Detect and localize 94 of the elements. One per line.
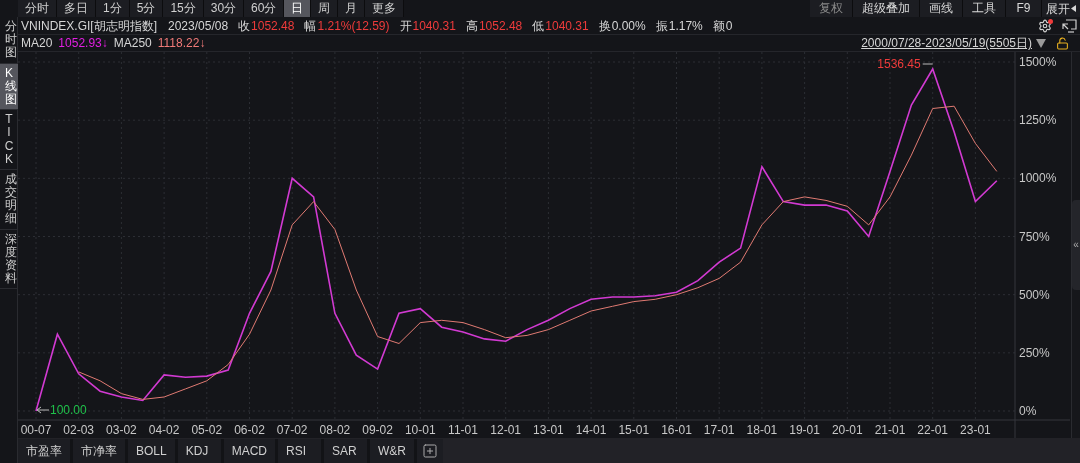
- lock-icon[interactable]: [1056, 36, 1069, 50]
- period-tab[interactable]: 15分: [163, 0, 204, 17]
- axis-label: 19-01: [789, 423, 820, 437]
- period-tab[interactable]: 1分: [96, 0, 130, 17]
- axis-label: 500%: [1019, 287, 1050, 302]
- ma-label: MA20: [21, 35, 53, 52]
- caret-icon: [1071, 5, 1076, 12]
- period-tab[interactable]: 分时: [18, 0, 57, 17]
- quote-label: 收: [238, 17, 251, 35]
- axis-label: 20-01: [831, 423, 863, 437]
- high-label: 1536.45: [877, 57, 921, 71]
- quote-label: 振: [655, 17, 668, 35]
- axis-label: 12-01: [490, 423, 522, 437]
- axis-label: 13-01: [533, 423, 564, 437]
- axis-label: 10-01: [404, 423, 436, 437]
- toolbar-button[interactable]: 工具: [963, 0, 1006, 17]
- ma-value: 1052.93↓: [58, 35, 108, 52]
- axis-label: 07-02: [276, 423, 308, 437]
- quote-value: 1040.31: [545, 17, 589, 35]
- axis-label: 17-01: [703, 423, 735, 437]
- axis-label: 1250%: [1019, 113, 1057, 128]
- toolbar-button[interactable]: 画线: [920, 0, 963, 17]
- quote-value: 0: [725, 17, 733, 35]
- indicator-tab[interactable]: MACD: [223, 439, 279, 463]
- side-tab[interactable]: TICK: [0, 110, 18, 170]
- quote-date: 2023/05/08: [168, 17, 229, 35]
- side-tab[interactable]: 深度资料: [0, 229, 18, 290]
- axis-label: 08-02: [319, 423, 351, 437]
- period-tab[interactable]: 5分: [129, 0, 164, 17]
- indicator-tab[interactable]: 市盈率: [18, 439, 73, 463]
- quote-label: 高: [465, 17, 478, 35]
- axis-label: 04-02: [148, 423, 180, 437]
- axis-label: 09-02: [362, 423, 393, 437]
- axis-label: 06-02: [234, 423, 265, 437]
- period-tab[interactable]: 月: [338, 0, 366, 17]
- period-tab[interactable]: 周: [311, 0, 339, 17]
- axis-label: 23-01: [960, 423, 991, 437]
- symbol-name: VNINDEX.GI[胡志明指数]: [21, 17, 157, 35]
- axis-label: 11-01: [448, 423, 478, 437]
- axis-label: 22-01: [917, 423, 949, 437]
- quote-label: 额: [712, 17, 725, 35]
- quote-value: 1.17%: [668, 17, 703, 35]
- arrow-icon: [36, 406, 50, 414]
- indicator-tab[interactable]: SAR: [324, 439, 371, 463]
- settings-icon[interactable]: [1038, 18, 1052, 33]
- axis-label: 15-01: [618, 423, 650, 437]
- axis-label: 0%: [1019, 404, 1037, 418]
- axis-label: 1500%: [1019, 55, 1057, 69]
- period-tab[interactable]: 60分: [244, 0, 285, 17]
- axis-label: 18-01: [746, 423, 778, 437]
- quote-label: 低: [532, 17, 545, 35]
- date-range-link[interactable]: 2000/07/28-2023/05/19(5505日): [861, 34, 1032, 52]
- ma-label: MA250: [113, 35, 152, 52]
- axis-label: 02-03: [63, 423, 95, 437]
- quote-value: 1.21%(12.59): [317, 17, 390, 35]
- indicator-tab[interactable]: RSI: [278, 439, 325, 463]
- expand-button[interactable]: 展开: [1042, 0, 1080, 17]
- leader-line: [922, 63, 934, 65]
- start-label: 100.00: [50, 403, 87, 417]
- axis-label: 750%: [1019, 229, 1050, 244]
- toolbar-button[interactable]: 超级叠加: [853, 0, 920, 17]
- side-tab[interactable]: K线图: [0, 63, 18, 111]
- add-button[interactable]: [417, 439, 444, 463]
- side-tab[interactable]: 成交明细: [0, 169, 18, 230]
- quote-value: 0.00%: [611, 17, 646, 35]
- collapse-handle[interactable]: «: [1072, 200, 1080, 290]
- axis-label: 14-01: [575, 423, 607, 437]
- indicator-tab[interactable]: 市净率: [73, 439, 128, 463]
- add-icon: [422, 443, 439, 459]
- dropdown-caret-icon[interactable]: [1036, 38, 1046, 48]
- quote-label: 换: [598, 17, 611, 35]
- toolbar-button[interactable]: F9: [1006, 0, 1042, 17]
- quote-value: 1040.31: [412, 17, 456, 35]
- quote-label: 开: [399, 17, 412, 35]
- axis-label: 250%: [1019, 345, 1050, 360]
- indicator-tab[interactable]: BOLL: [128, 439, 178, 463]
- period-tab[interactable]: 多日: [57, 0, 96, 17]
- axis-label: 00-07: [20, 423, 52, 437]
- indicator-tab[interactable]: KDJ: [177, 439, 224, 463]
- indicator-tab[interactable]: W&R: [370, 439, 418, 463]
- period-tab[interactable]: 更多: [365, 0, 405, 17]
- period-tab[interactable]: 日: [284, 0, 312, 17]
- period-tab[interactable]: 30分: [203, 0, 245, 17]
- ma-value: 1118.22↓: [157, 35, 206, 52]
- quote-label: 幅: [304, 17, 317, 35]
- axis-label: 05-02: [191, 423, 223, 437]
- screen-icon[interactable]: [1062, 18, 1077, 33]
- axis-label: 1000%: [1019, 171, 1057, 186]
- quote-value: 1052.48: [251, 17, 295, 35]
- axis-label: 16-01: [661, 423, 692, 437]
- quote-value: 1052.48: [478, 17, 523, 35]
- axis-label: 03-02: [106, 423, 137, 437]
- axis-label: 21-01: [874, 423, 906, 437]
- side-tab[interactable]: 分时图: [0, 17, 18, 64]
